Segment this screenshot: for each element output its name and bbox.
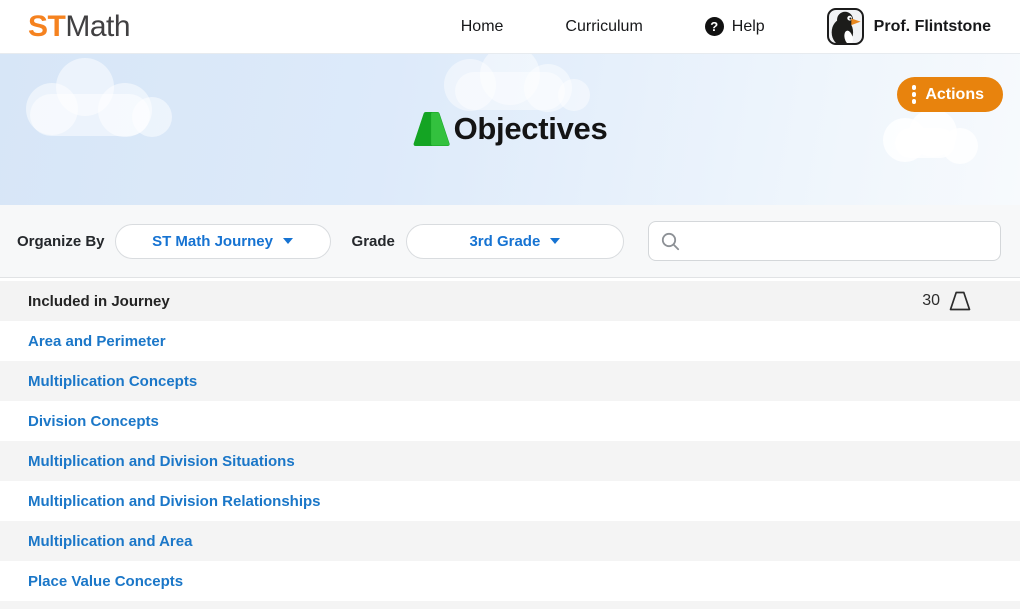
nav-links: Home Curriculum ? Help Prof. Flintstone — [461, 8, 991, 45]
grade-label: Grade — [351, 232, 395, 250]
list-section-header: Included in Journey 30 — [0, 281, 1020, 321]
organize-by-value: ST Math Journey — [152, 232, 273, 250]
help-question-icon: ? — [704, 17, 724, 36]
list-item-partial[interactable] — [0, 601, 1020, 609]
objective-link[interactable]: Place Value Concepts — [28, 573, 183, 590]
list-item[interactable]: Multiplication and Division Relationship… — [0, 481, 1020, 521]
section-header-count-group: 30 — [922, 289, 972, 313]
stmath-logo[interactable]: ST Math — [28, 9, 131, 44]
organize-by-label: Organize By — [17, 232, 105, 250]
logo-math-text: Math — [65, 9, 131, 43]
organize-by-dropdown[interactable]: ST Math Journey — [114, 223, 331, 259]
profile-name: Prof. Flintstone — [873, 17, 991, 35]
list-item[interactable]: Multiplication and Area — [0, 521, 1020, 561]
search-icon — [660, 231, 681, 252]
list-item[interactable]: Place Value Concepts — [0, 561, 1020, 601]
trapezoid-outline-icon — [948, 289, 972, 313]
objective-link[interactable]: Multiplication and Division Situations — [28, 453, 295, 470]
section-header-label: Included in Journey — [28, 292, 170, 310]
objectives-list: Included in Journey 30 Area and Perimete… — [0, 281, 1020, 609]
nav-item-home[interactable]: Home — [461, 18, 504, 36]
nav-item-help[interactable]: ? Help — [704, 17, 765, 36]
chevron-down-icon — [550, 238, 561, 244]
kebab-menu-icon — [911, 85, 917, 104]
objective-link[interactable]: Multiplication and Division Relationship… — [28, 493, 321, 510]
page-header-banner: Objectives Actions — [0, 54, 1020, 205]
list-item[interactable]: Multiplication and Division Situations — [0, 441, 1020, 481]
nav-item-curriculum[interactable]: Curriculum — [565, 18, 642, 36]
chevron-down-icon — [282, 238, 293, 244]
top-navigation-bar: ST Math Home Curriculum ? Help Prof. Flin… — [0, 0, 1020, 54]
list-item[interactable]: Area and Perimeter — [0, 321, 1020, 361]
logo-st-text: ST — [28, 9, 66, 43]
search-box[interactable] — [648, 221, 1001, 261]
grade-value: 3rd Grade — [469, 232, 541, 250]
objective-link[interactable]: Multiplication and Area — [28, 533, 192, 550]
objective-link[interactable]: Division Concepts — [28, 413, 159, 430]
filter-toolbar: Organize By ST Math Journey Grade 3rd Gr… — [0, 205, 1020, 278]
search-input[interactable] — [689, 232, 990, 250]
actions-button[interactable]: Actions — [896, 77, 1003, 112]
page-title: Objectives — [453, 111, 608, 146]
list-item[interactable]: Multiplication Concepts — [0, 361, 1020, 401]
objective-link[interactable]: Multiplication Concepts — [28, 373, 197, 390]
grade-dropdown[interactable]: 3rd Grade — [405, 223, 624, 259]
page-title-group: Objectives — [413, 110, 608, 148]
profile-menu[interactable]: Prof. Flintstone — [826, 8, 991, 45]
actions-button-label: Actions — [925, 85, 984, 103]
objective-count: 30 — [922, 292, 940, 309]
objective-trapezoid-icon — [413, 110, 451, 148]
avatar-penguin-icon — [826, 8, 864, 45]
list-item[interactable]: Division Concepts — [0, 401, 1020, 441]
objective-link[interactable]: Area and Perimeter — [28, 333, 166, 350]
help-label: Help — [731, 17, 765, 35]
